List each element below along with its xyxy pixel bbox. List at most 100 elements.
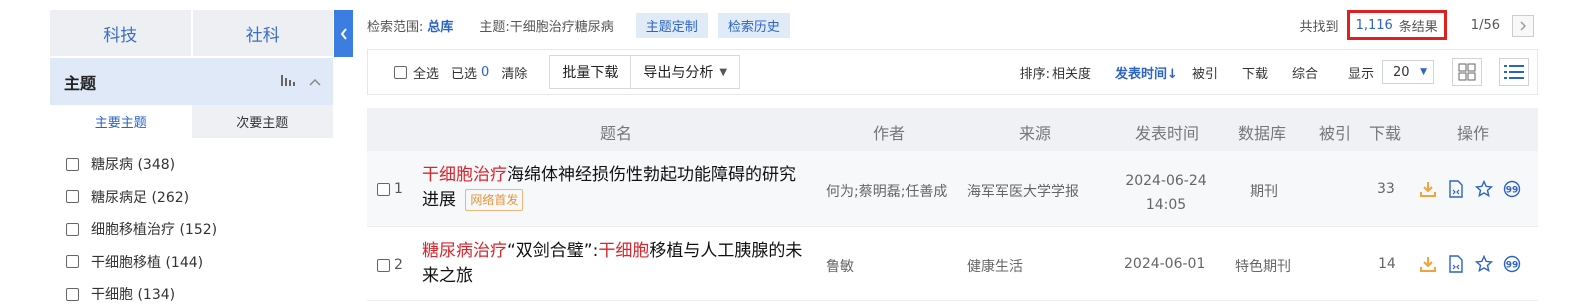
- cite-icon[interactable]: 99: [1503, 180, 1521, 202]
- author-link[interactable]: 鲁敏: [826, 256, 854, 276]
- favorite-star-icon[interactable]: [1475, 255, 1493, 277]
- facet-item[interactable]: 糖尿病 (348): [50, 148, 333, 181]
- col-database: 数据库: [1238, 124, 1287, 143]
- title-text: “双剑合璧”:: [507, 241, 599, 261]
- list-view-button[interactable]: [1499, 58, 1529, 86]
- selected-count: 0: [481, 64, 490, 80]
- found-prefix: 共找到: [1299, 19, 1339, 35]
- download-count: 14: [1378, 256, 1396, 272]
- source-link[interactable]: 海军军医大学学报: [967, 181, 1079, 201]
- subtab-minor-topic[interactable]: 次要主题: [191, 105, 333, 138]
- col-publish-time: 发表时间: [1135, 124, 1200, 143]
- result-title-link[interactable]: 干细胞治疗海绵体神经损伤性勃起功能障碍的研究进展 网络首发: [422, 163, 807, 213]
- sort-downloads[interactable]: 下载: [1242, 63, 1268, 82]
- topic-customize-button[interactable]: 主题定制: [635, 12, 708, 38]
- row-actions: 99: [1419, 255, 1521, 277]
- svg-text:99: 99: [1506, 261, 1519, 271]
- row-index: 1: [394, 181, 403, 197]
- facet-item-label: 糖尿病足 (262): [91, 189, 190, 206]
- category-tabs: 科技 社科: [50, 10, 333, 56]
- sort-label: 排序:: [1019, 66, 1051, 82]
- publish-clock: 14:05: [1145, 197, 1187, 213]
- col-downloads: 下载: [1369, 124, 1402, 143]
- display-label: 显示: [1347, 66, 1374, 82]
- next-page-button[interactable]: [1512, 15, 1534, 37]
- facet-item-label: 干细胞移植 (144): [91, 254, 204, 271]
- col-cited: 被引: [1319, 124, 1352, 143]
- row-checkbox[interactable]: [377, 182, 390, 196]
- checkbox[interactable]: [66, 222, 79, 236]
- result-count: 1,116: [1355, 17, 1393, 33]
- checkbox[interactable]: [66, 287, 79, 301]
- scope-label: 检索范围:: [367, 19, 424, 35]
- search-topic: 主题:干细胞治疗糖尿病: [479, 19, 614, 35]
- title-highlight: 干细胞治疗: [422, 165, 507, 185]
- checkbox[interactable]: [66, 190, 79, 204]
- facet-list: 糖尿病 (348) 糖尿病足 (262) 细胞移植治疗 (152) 干细胞移植 …: [50, 138, 333, 307]
- download-count: 33: [1377, 181, 1395, 197]
- search-info-bar: 检索范围: 总库 主题:干细胞治疗糖尿病 主题定制 检索历史 共找到 1,116…: [367, 10, 1534, 40]
- page-size-select[interactable]: 20 ▼: [1382, 60, 1434, 84]
- col-source: 来源: [1019, 124, 1052, 143]
- caret-down-icon: ▼: [719, 66, 728, 78]
- batch-download-button[interactable]: 批量下载: [549, 55, 632, 89]
- facet-item[interactable]: 干细胞移植 (144): [50, 246, 333, 279]
- facet-subtabs: 主要主题 次要主题: [50, 105, 333, 138]
- chevron-up-icon[interactable]: [309, 75, 321, 89]
- export-analyze-dropdown[interactable]: 导出与分析 ▼: [631, 55, 741, 89]
- row-index: 2: [394, 257, 403, 273]
- export-analyze-label: 导出与分析: [643, 65, 714, 81]
- sort-options: 排序: 相关度 发表时间↓ 被引 下载 综合: [1020, 63, 1318, 82]
- facet-header[interactable]: 主题: [50, 58, 333, 105]
- select-all-label[interactable]: 全选: [413, 63, 439, 82]
- sort-cited[interactable]: 被引: [1192, 63, 1218, 82]
- search-history-button[interactable]: 检索历史: [717, 12, 790, 38]
- row-checkbox[interactable]: [377, 258, 390, 272]
- facet-item[interactable]: 糖尿病足 (262): [50, 181, 333, 214]
- chevron-left-icon: [340, 27, 347, 40]
- bar-chart-icon[interactable]: [281, 74, 295, 89]
- subtab-major-topic[interactable]: 主要主题: [50, 105, 192, 138]
- result-title-link[interactable]: 糖尿病治疗“双剑合璧”:干细胞移植与人工胰腺的未来之旅: [422, 239, 807, 289]
- source-link[interactable]: 健康生活: [967, 256, 1023, 276]
- facet-item[interactable]: 细胞移植治疗 (152): [50, 213, 333, 246]
- sort-composite[interactable]: 综合: [1292, 63, 1318, 82]
- display-size: 显示 20 ▼: [1348, 60, 1434, 84]
- search-results-page: 科技 社科 主题 主要主题 次要主题 糖尿病 (348) 糖尿病足 (262) …: [0, 0, 1580, 307]
- cite-icon[interactable]: 99: [1503, 255, 1521, 277]
- favorite-star-icon[interactable]: [1475, 180, 1493, 202]
- facet-item[interactable]: 干细胞 (134): [50, 278, 333, 307]
- select-all-checkbox[interactable]: [394, 65, 407, 79]
- results-table: 题名 作者 来源 发表时间 数据库 被引 下载 操作 1 干细胞治疗海绵体神经损…: [367, 108, 1538, 301]
- svg-text:99: 99: [1506, 186, 1519, 196]
- caret-down-icon: ▼: [1420, 67, 1427, 77]
- publish-date: 2024-06-24: [1125, 173, 1207, 189]
- collapse-panel-button[interactable]: [334, 10, 353, 57]
- page-size-value: 20: [1393, 64, 1410, 80]
- facet-item-label: 细胞移植治疗 (152): [91, 222, 218, 239]
- sort-publish-time[interactable]: 发表时间↓: [1115, 63, 1178, 82]
- sort-relevance[interactable]: 相关度: [1052, 63, 1091, 82]
- checkbox[interactable]: [66, 255, 79, 269]
- facet-item-label: 干细胞 (134): [91, 287, 176, 304]
- result-suffix: 条结果: [1398, 19, 1438, 35]
- facet-title: 主题: [64, 73, 97, 93]
- checkbox[interactable]: [66, 157, 79, 171]
- table-row: 2 糖尿病治疗“双剑合璧”:干细胞移植与人工胰腺的未来之旅 鲁敏 健康生活 20…: [367, 227, 1538, 301]
- row-actions: 99: [1419, 180, 1521, 202]
- publish-date: 2024-06-01: [1124, 256, 1206, 272]
- author-link[interactable]: 何为;蔡明磊;任善成: [826, 181, 947, 201]
- col-title: 题名: [600, 124, 633, 143]
- clear-selection-button[interactable]: 清除: [501, 63, 527, 82]
- title-highlight: 糖尿病治疗: [422, 241, 507, 261]
- tab-social-science[interactable]: 社科: [192, 10, 333, 56]
- download-icon[interactable]: [1419, 255, 1437, 277]
- tab-science-tech[interactable]: 科技: [50, 10, 191, 56]
- scope-value[interactable]: 总库: [427, 16, 453, 35]
- selected-label: 已选: [451, 66, 478, 82]
- html-read-icon[interactable]: [1447, 180, 1465, 202]
- download-icon[interactable]: [1419, 180, 1437, 202]
- grid-view-button[interactable]: [1452, 58, 1482, 86]
- html-read-icon[interactable]: [1447, 255, 1465, 277]
- col-actions: 操作: [1457, 124, 1490, 143]
